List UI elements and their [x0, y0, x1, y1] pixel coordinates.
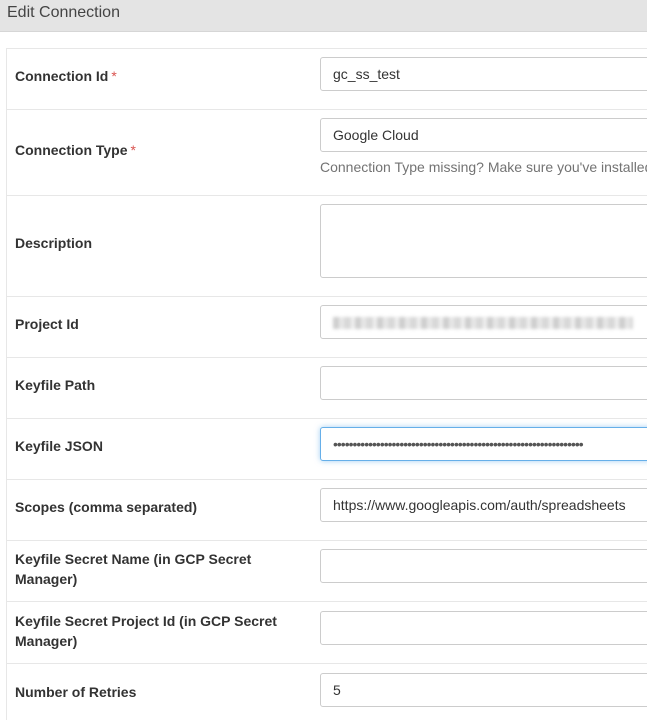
keyfile-secret-name-label: Keyfile Secret Name (in GCP Secret Manag…: [15, 549, 251, 589]
required-marker: *: [130, 142, 136, 158]
connection-type-label-text: Connection Type: [15, 142, 128, 158]
keyfile-secret-project-id-label: Keyfile Secret Project Id (in GCP Secret…: [15, 611, 277, 651]
connection-type-label: Connection Type *: [15, 140, 136, 160]
project-id-input[interactable]: [320, 305, 647, 339]
keyfile-path-label: Keyfile Path: [15, 377, 96, 393]
project-id-label: Project Id: [15, 316, 79, 332]
required-marker: *: [111, 68, 117, 84]
page-title: Edit Connection: [7, 4, 120, 21]
keyfile-secret-name-label-line1: Keyfile Secret Name (in GCP Secret: [15, 551, 252, 567]
keyfile-path-input[interactable]: [320, 366, 647, 400]
connection-id-label: Connection Id *: [15, 66, 117, 86]
keyfile-secret-project-id-label-line2: Manager): [15, 633, 78, 649]
keyfile-secret-name-input[interactable]: [320, 549, 647, 583]
redacted-value: [333, 317, 633, 329]
keyfile-secret-project-id-input[interactable]: [320, 611, 647, 645]
description-label: Description: [15, 235, 93, 251]
description-textarea[interactable]: [320, 204, 647, 278]
page-header: Edit Connection: [0, 0, 647, 32]
connection-type-select[interactable]: Google Cloud: [320, 118, 647, 152]
number-of-retries-label: Number of Retries: [15, 684, 137, 700]
number-of-retries-input[interactable]: 5: [320, 673, 647, 707]
scopes-input[interactable]: https://www.googleapis.com/auth/spreadsh…: [320, 488, 647, 522]
keyfile-json-input[interactable]: ••••••••••••••••••••••••••••••••••••••••…: [320, 427, 647, 461]
scopes-label: Scopes (comma separated): [15, 499, 198, 515]
keyfile-secret-project-id-label-line1: Keyfile Secret Project Id (in GCP Secret: [15, 613, 277, 629]
connection-id-input[interactable]: gc_ss_test: [320, 57, 647, 91]
connection-id-label-text: Connection Id: [15, 68, 109, 84]
connection-type-help-text: Connection Type missing? Make sure you'v…: [320, 159, 647, 175]
keyfile-json-label: Keyfile JSON: [15, 438, 103, 454]
keyfile-secret-name-label-line2: Manager): [15, 571, 78, 587]
